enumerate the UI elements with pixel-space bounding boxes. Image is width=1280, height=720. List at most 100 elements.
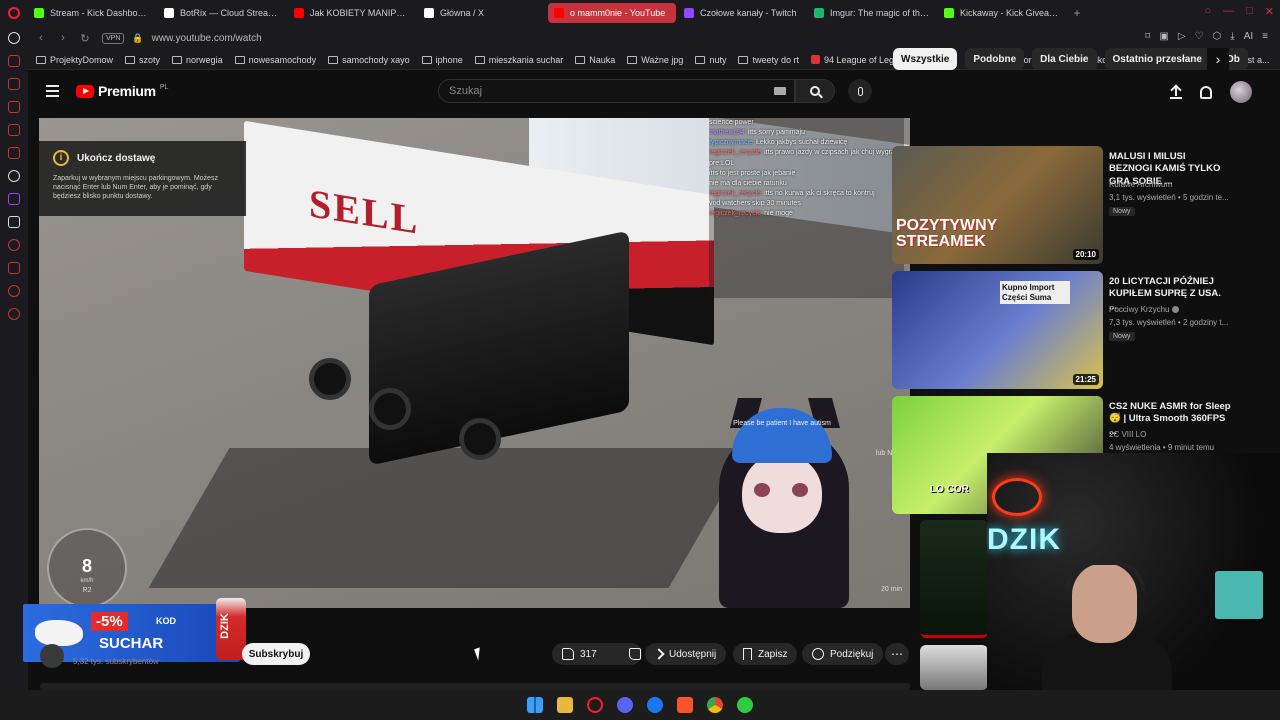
news-icon[interactable] <box>8 55 20 67</box>
bookmark-item[interactable]: nowesamochody <box>234 55 316 65</box>
bell-icon[interactable] <box>1200 85 1212 99</box>
channel-name[interactable]: Kulawe Archiwum <box>1109 180 1231 189</box>
tab-youtube-active[interactable]: o mamm0nie - YouTube <box>548 3 676 23</box>
new-tab-button[interactable]: + <box>1068 6 1086 20</box>
chip-similar[interactable]: Podobne <box>965 48 1025 70</box>
tab-twitch[interactable]: Czołowe kanały - Twitch <box>678 3 806 23</box>
save-button[interactable]: Zapisz <box>733 643 798 665</box>
recommended-video[interactable]: POZYTYWNY STREAMEK 20:10 MALUSI I MILUSI… <box>892 146 1232 264</box>
more-actions-button[interactable]: ⋯ <box>885 643 909 665</box>
share-button[interactable]: Udostępnij <box>645 643 727 665</box>
subscribe-button[interactable]: Subskrybuj <box>242 643 310 665</box>
twitch-icon[interactable] <box>8 193 20 205</box>
video-thumbnail[interactable] <box>920 645 988 690</box>
vpn-badge[interactable]: VPN <box>102 32 125 44</box>
windows-start-icon[interactable] <box>527 697 543 713</box>
player-icon[interactable]: ▷ <box>1178 31 1186 42</box>
bookmark-item[interactable]: nuty <box>695 55 726 65</box>
avatar[interactable] <box>1230 81 1252 103</box>
folder-icon <box>36 55 46 64</box>
messenger-icon[interactable] <box>8 124 20 136</box>
opera-logo-icon[interactable] <box>0 0 28 26</box>
bookmark-item[interactable]: norwegia <box>172 55 223 65</box>
brave-icon[interactable] <box>677 697 693 713</box>
settings-icon[interactable] <box>8 308 20 320</box>
back-icon[interactable]: ‹ <box>32 32 50 44</box>
tab-youtube-kobiety[interactable]: Jak KOBIETY MANIPULUJ <box>288 3 416 23</box>
shop-icon[interactable] <box>8 78 20 90</box>
tab-x[interactable]: Główna / X <box>418 3 546 23</box>
upload-icon[interactable] <box>1170 85 1182 99</box>
bookmarks-icon[interactable] <box>8 262 20 274</box>
search-tabs-icon[interactable]: ○ <box>1204 5 1211 18</box>
bookmark-icon[interactable]: ⌑ <box>1145 31 1150 42</box>
like-dislike-group: 317 <box>552 643 642 665</box>
bookmark-item[interactable]: tweety do rt <box>738 55 799 65</box>
channel-subscribers: 5,32 tys. subskrybentów <box>73 657 159 666</box>
video-thumbnail[interactable]: Kupno Import Części Suma 21:25 <box>892 271 1103 389</box>
search-input[interactable] <box>439 80 794 102</box>
search-button[interactable] <box>795 79 835 103</box>
bookmark-item[interactable]: ProjektyDomow <box>36 55 113 65</box>
menu-icon[interactable]: ≡ <box>1262 31 1268 42</box>
picture-frame <box>1215 571 1263 619</box>
tab-kickaway[interactable]: Kickaway - Kick Giveaway <box>938 3 1066 23</box>
chip-all[interactable]: Wszystkie <box>893 48 958 70</box>
file-explorer-icon[interactable] <box>557 697 573 713</box>
aria-ai-icon[interactable]: AI <box>1244 31 1253 42</box>
download-icon[interactable]: ⤓ <box>1230 31 1234 42</box>
chip-recent[interactable]: Ostatnio przesłane <box>1104 48 1210 70</box>
facebook-icon[interactable] <box>647 697 663 713</box>
chrome-icon[interactable] <box>707 697 723 713</box>
tab-imgur[interactable]: Imgur: The magic of the In <box>808 3 936 23</box>
bookmark-item[interactable]: samochody xayo <box>328 55 410 65</box>
chip-for-you[interactable]: Dla Ciebie <box>1032 48 1097 70</box>
speed-unit: km/h <box>80 578 94 584</box>
tab-kick-dashboard[interactable]: Stream - Kick Dashboard <box>28 3 156 23</box>
snapshot-icon[interactable]: ▣ <box>1159 31 1168 42</box>
history-icon[interactable] <box>8 239 20 251</box>
bookmark-item[interactable]: iphone <box>421 55 463 65</box>
channel-name[interactable]: Pocciwy Krzychu <box>1109 305 1231 314</box>
chatgpt-icon[interactable] <box>8 170 20 182</box>
bag-icon[interactable] <box>8 101 20 113</box>
bookmark-item[interactable]: szoty <box>125 55 160 65</box>
reload-icon[interactable]: ↻ <box>76 32 94 45</box>
x-icon[interactable] <box>8 216 20 228</box>
thanks-button[interactable]: Podziękuj <box>802 643 884 665</box>
lock-icon[interactable]: 🔒 <box>132 33 143 44</box>
tab-botrix[interactable]: BotRix — Cloud Streaming <box>158 3 286 23</box>
bookmark-item[interactable]: Nauka <box>575 55 615 65</box>
recommended-video[interactable]: Kupno Import Części Suma 21:25 20 LICYTA… <box>892 271 1232 389</box>
maximize-icon[interactable]: □ <box>1246 5 1253 18</box>
extensions-icon[interactable]: ⬡ <box>1213 31 1222 42</box>
like-button[interactable]: 317 <box>552 643 607 665</box>
opera-icon[interactable] <box>587 697 603 713</box>
video-player[interactable]: SELL i Ukończ dostawę Zaparkuj w wybrany… <box>39 118 910 608</box>
menu-icon[interactable] <box>46 85 59 100</box>
keyboard-icon[interactable] <box>774 87 786 95</box>
url-field[interactable]: www.youtube.com/watch <box>152 33 262 44</box>
player-icon[interactable] <box>8 285 20 297</box>
minimize-icon[interactable]: — <box>1223 5 1234 18</box>
bookmark-item[interactable]: Ważne jpg <box>627 55 683 65</box>
chevron-right-icon[interactable]: › <box>1207 48 1229 70</box>
bookmark-item[interactable]: 94 League of Leg... <box>810 55 902 65</box>
gmail-icon[interactable] <box>8 147 20 159</box>
video-thumbnail[interactable] <box>920 520 988 638</box>
discord-icon[interactable] <box>617 697 633 713</box>
video-thumbnail[interactable]: POZYTYWNY STREAMEK 20:10 <box>892 146 1103 264</box>
speed-dial-icon[interactable] <box>8 32 20 44</box>
heart-icon[interactable]: ♡ <box>1195 31 1204 42</box>
eye <box>754 483 770 497</box>
forward-icon[interactable]: › <box>54 32 72 44</box>
voice-search-button[interactable] <box>848 79 872 103</box>
recommendation-chips: Wszystkie Podobne Dla Ciebie Ostatnio pr… <box>893 48 1252 70</box>
app-icon[interactable] <box>737 697 753 713</box>
youtube-logo[interactable]: Premium PL <box>76 83 168 99</box>
channel-avatar[interactable] <box>40 644 64 668</box>
channel-name[interactable]: 2C VIII LO <box>1109 430 1231 439</box>
close-icon[interactable]: ✕ <box>1265 5 1274 18</box>
video-meta: 7,3 tys. wyświetleń • 2 godziny t... <box>1109 318 1229 327</box>
bookmark-item[interactable]: mieszkania suchar <box>474 55 563 65</box>
